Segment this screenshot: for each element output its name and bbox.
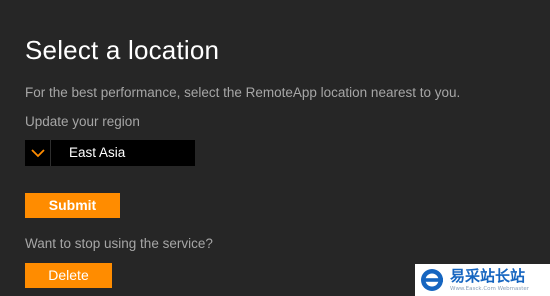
region-dropdown[interactable]: East Asia [25,140,195,166]
easck-logo-icon [417,265,447,295]
page-title: Select a location [25,35,220,65]
page-description: For the best performance, select the Rem… [25,85,461,100]
submit-button[interactable]: Submit [25,193,120,218]
region-label: Update your region [25,114,140,129]
region-selected-value: East Asia [69,145,126,160]
watermark-text-en: Www.Easck.Com Webmaster [450,285,530,292]
watermark-text-cn: 易采站长站 [450,266,526,285]
delete-button[interactable]: Delete [25,263,112,288]
watermark: 易采站长站 Www.Easck.Com Webmaster [415,264,550,296]
stop-service-question: Want to stop using the service? [25,236,213,251]
chevron-down-icon[interactable] [25,140,51,166]
